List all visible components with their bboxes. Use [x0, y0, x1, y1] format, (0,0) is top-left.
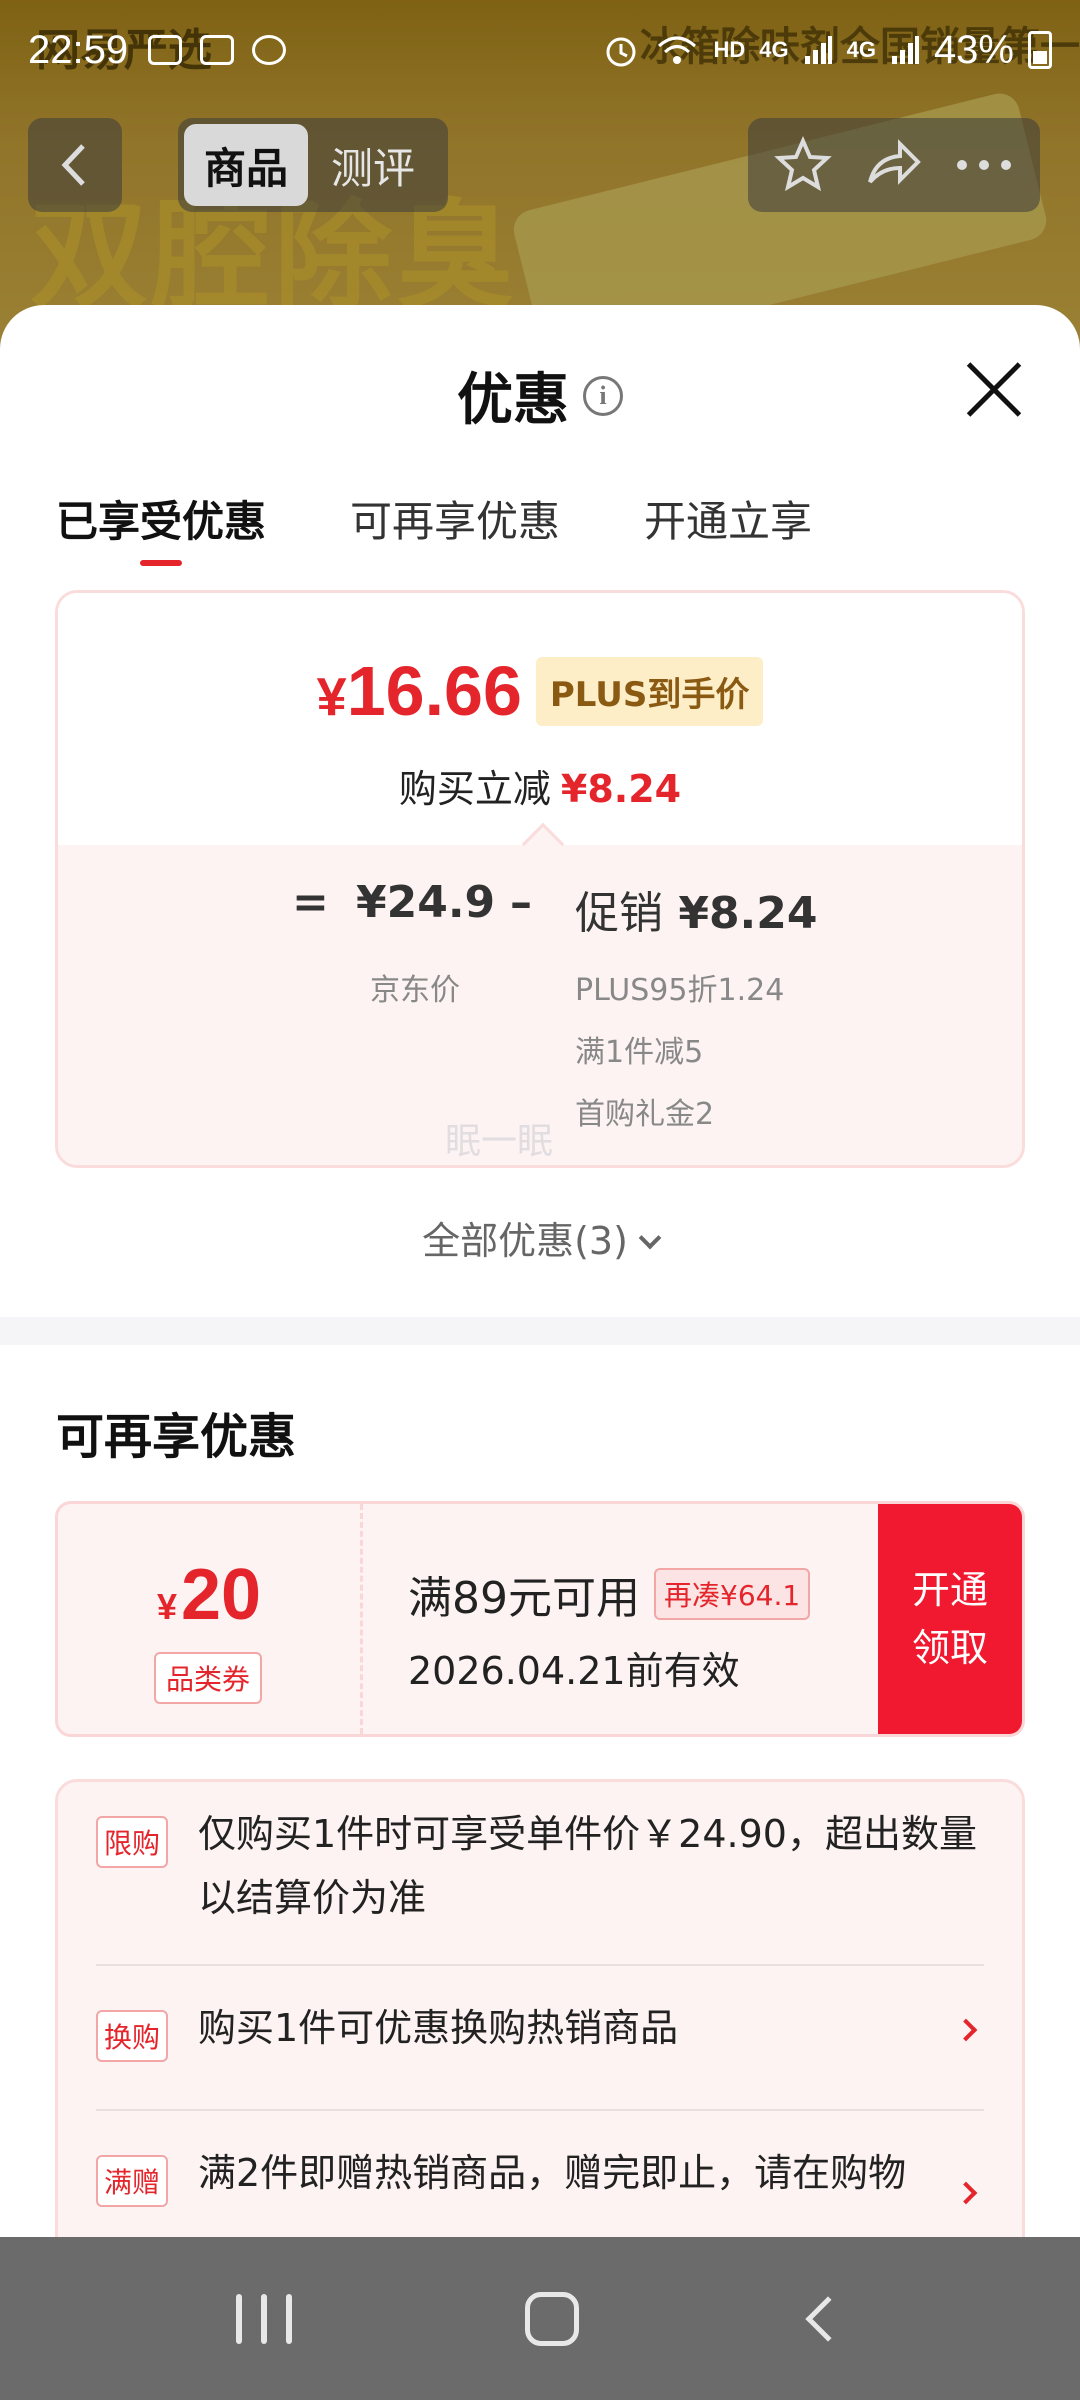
rule-tag-exchange: 换购 [96, 2010, 169, 2062]
rule-exchange-purchase[interactable]: 换购 购买1件可优惠换购热销商品 [96, 1964, 984, 2062]
category-coupon: ¥20 品类券 满89元可用 再凑¥64.1 2026.04.21前有效 开通 … [55, 1501, 1025, 1737]
gallery-icon [148, 35, 183, 65]
price-summary: ¥16.66 PLUS到手价 购买立减 ¥8.24 [58, 593, 1022, 845]
status-time: 22:59 [28, 27, 129, 72]
jd-price: ¥24.9 [356, 877, 496, 928]
rule-tag-limit: 限购 [96, 1816, 169, 1868]
network-hd-1: HD [713, 37, 746, 62]
coupon-expiry: 2026.04.21前有效 [408, 1649, 740, 1693]
tab-product[interactable]: 商品 [184, 124, 308, 206]
promo-item-first-buy: 首购礼金2 [575, 1097, 715, 1132]
promotion-tabs: 已享受优惠 可再享优惠 开通立享 [56, 480, 812, 570]
coupon-condition: 满89元可用 [408, 1573, 640, 1624]
all-promotions-label: 全部优惠(3) [422, 1219, 628, 1263]
page-tabs: 商品 测评 [178, 118, 448, 212]
discount-label: 购买立减 [398, 767, 551, 811]
clock-app-icon [200, 35, 235, 65]
home-button[interactable] [524, 2291, 579, 2346]
more-icon[interactable] [954, 155, 1014, 175]
tab-more-available[interactable]: 可再享优惠 [350, 480, 560, 570]
battery-percent: 43% [933, 27, 1014, 72]
coupon-condition-row: 满89元可用 再凑¥64.1 [408, 1562, 811, 1626]
promo-item-manjian: 满1件减5 [575, 1035, 704, 1070]
tab-review[interactable]: 测评 [308, 124, 438, 206]
nav-actions [748, 118, 1040, 212]
activate-claim-line1: 开通 [911, 1568, 988, 1612]
minus-sign: – [510, 877, 532, 928]
signal-4g-1: 4G [759, 37, 789, 62]
jd-price-label: 京东价 [370, 973, 460, 1008]
promotion-rules-list: 限购 仅购买1件时可享受单件价￥24.90，超出数量以结算价为准 换购 购买1件… [55, 1779, 1025, 2237]
promo-total: 促销 ¥8.24 [575, 888, 818, 939]
qq-icon [252, 35, 287, 65]
share-icon[interactable] [864, 136, 922, 194]
product-nav-bar: 商品 测评 [0, 110, 1080, 220]
rule-text-exchange: 购买1件可优惠换购热销商品 [198, 2006, 679, 2050]
battery-icon [1028, 31, 1052, 69]
info-icon[interactable]: i [583, 375, 623, 416]
coupon-details: 满89元可用 再凑¥64.1 2026.04.21前有效 [408, 1562, 811, 1695]
recent-apps-button[interactable] [236, 2293, 293, 2344]
back-button[interactable] [28, 118, 122, 212]
alarm-icon [606, 37, 636, 67]
sheet-header: 优惠 i [0, 305, 1080, 480]
signal-icon [804, 36, 832, 64]
section-divider [0, 1317, 1080, 1345]
back-arrow-icon [61, 144, 85, 186]
tab-activate[interactable]: 开通立享 [644, 480, 812, 570]
rule-tag-gift: 满赠 [96, 2155, 169, 2207]
coupon-type-badge: 品类券 [154, 1652, 263, 1704]
signal-icon-2 [891, 36, 919, 64]
plus-price-tag: PLUS到手价 [535, 656, 764, 726]
coupon-amount: ¥20 [156, 1555, 262, 1635]
discount-line: 购买立减 ¥8.24 [58, 758, 1022, 813]
coupon-more-needed-badge: 再凑¥64.1 [654, 1568, 811, 1620]
signal-4g-2: 4G [846, 37, 876, 62]
status-bar: 22:59 HD 4G 4G 43% [0, 0, 1080, 100]
activate-claim-button[interactable]: 开通 领取 [878, 1504, 1022, 1734]
final-price-line: ¥16.66 PLUS到手价 [58, 651, 1022, 731]
chevron-down-icon [638, 1226, 662, 1250]
discount-amount: ¥8.24 [560, 767, 682, 811]
status-right: HD 4G 4G 43% [601, 28, 1052, 73]
watermark-text: 眠一眠 [445, 1121, 554, 1162]
rule-text-limit: 仅购买1件时可享受单件价￥24.90，超出数量以结算价为准 [198, 1812, 977, 1920]
rule-gift[interactable]: 满赠 满2件即赠热销商品，赠完即止，请在购物 [96, 2109, 984, 2207]
notification-icons [148, 35, 287, 65]
wifi-icon [658, 36, 697, 64]
section-title-more: 可再享优惠 [56, 1409, 297, 1465]
promo-item-plus95: PLUS95折1.24 [575, 973, 785, 1008]
rule-purchase-limit: 限购 仅购买1件时可享受单件价￥24.90，超出数量以结算价为准 [96, 1802, 984, 1930]
tab-enjoyed[interactable]: 已享受优惠 [56, 480, 266, 570]
equals-sign: = [292, 877, 329, 928]
system-navigation-bar [0, 2237, 1080, 2400]
final-price: ¥16.66 [316, 652, 522, 730]
favorite-star-icon[interactable] [774, 136, 832, 194]
system-back-button[interactable] [805, 2295, 851, 2342]
all-promotions-toggle[interactable]: 全部优惠(3) [0, 1210, 1080, 1265]
rule-text-gift: 满2件即赠热销商品，赠完即止，请在购物 [198, 2151, 907, 2195]
sheet-title: 优惠 i [0, 355, 1080, 436]
price-breakdown-card: ¥16.66 PLUS到手价 购买立减 ¥8.24 = ¥24.9 – 促销 ¥8… [55, 590, 1025, 1168]
close-button[interactable] [962, 357, 1026, 421]
sheet-title-text: 优惠 [457, 368, 569, 433]
coupon-value: ¥20 品类券 [58, 1504, 363, 1734]
activate-claim-line2: 领取 [911, 1626, 988, 1670]
promotion-sheet: 优惠 i 已享受优惠 可再享优惠 开通立享 ¥16.66 PLUS到手价 购买立减… [0, 305, 1080, 2237]
